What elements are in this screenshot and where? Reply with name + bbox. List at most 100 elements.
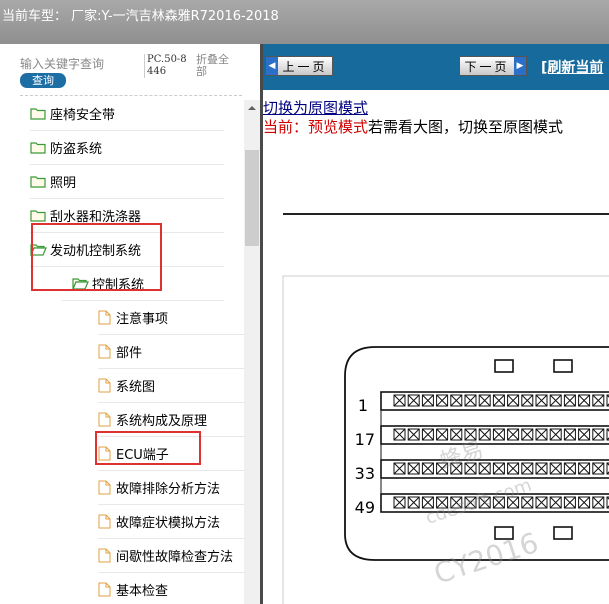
next-page-label: 下一页	[464, 59, 510, 74]
tree-item-label: 系统构成及原理	[116, 413, 208, 429]
arrow-up-icon	[248, 106, 256, 110]
pin-cell	[592, 496, 605, 509]
pin-cell	[393, 462, 406, 475]
tree-item-symptom-simulation[interactable]: 故障症状模拟方法	[98, 504, 244, 539]
tree-item-precautions[interactable]: 注意事项	[98, 300, 244, 335]
document-icon	[98, 412, 111, 426]
pin-cell	[549, 496, 562, 509]
prev-page-label: 上一页	[282, 59, 328, 74]
pin-cell	[592, 462, 605, 475]
pin-cell	[563, 496, 576, 509]
highlight-box-engine-control	[31, 223, 162, 291]
document-icon	[98, 378, 111, 392]
tree-item-label: 刮水器和洗涤器	[50, 209, 142, 225]
search-button[interactable]: 查询	[20, 73, 66, 88]
search-area: 查询 PC.50-8446 折叠全部	[0, 44, 262, 96]
connector-tab	[494, 359, 514, 373]
pin-cell	[578, 394, 591, 407]
pin-cell	[407, 496, 420, 509]
tree-item-antitheft[interactable]: 防盗系统	[30, 130, 224, 165]
tree-item-label: 故障症状模拟方法	[116, 515, 221, 531]
pin-cell	[563, 394, 576, 407]
pin-cell	[521, 394, 534, 407]
pin-cell	[563, 428, 576, 441]
tree-item-intermittent-check[interactable]: 间歇性故障检查方法	[98, 538, 244, 573]
folder-icon	[30, 175, 46, 188]
tree-item-system-diagram[interactable]: 系统图	[98, 368, 244, 403]
left-panel: 查询 PC.50-8446 折叠全部 座椅安全带 防盗系统 照明	[0, 44, 262, 604]
pin-cell	[450, 428, 463, 441]
switch-original-mode-link[interactable]: 切换为原图模式	[263, 97, 368, 118]
pin-cell	[492, 462, 505, 475]
pin-cell	[507, 394, 520, 407]
next-page-button[interactable]: 下一页 ▶	[459, 56, 527, 76]
tree-item-label: 座椅安全带	[50, 107, 116, 123]
pin-cell	[407, 462, 420, 475]
folder-icon	[30, 209, 46, 222]
pin-cell	[421, 394, 434, 407]
pin-cell	[407, 394, 420, 407]
pin-cell	[436, 428, 449, 441]
pin-cell	[535, 394, 548, 407]
tree-item-label: 基本检查	[116, 583, 169, 599]
document-viewer: ◀ 上一页 下一页 ▶ [刷新当前 切换为原图模式 当前：预览模式若需看大图，切…	[263, 44, 609, 604]
collapse-all-button[interactable]: 折叠全部	[196, 54, 236, 78]
viewer-nav-bar: ◀ 上一页 下一页 ▶ [刷新当前	[263, 44, 609, 90]
refresh-link[interactable]: [刷新当前	[541, 57, 603, 77]
pin-cell	[450, 394, 463, 407]
tree-item-troubleshooting[interactable]: 故障排除分析方法	[98, 470, 244, 505]
pin-cell	[578, 428, 591, 441]
pin-row-separator	[380, 409, 609, 427]
tree-item-label: 注意事项	[116, 311, 169, 327]
tree-item-basic-check[interactable]: 基本检查	[98, 572, 244, 604]
search-input[interactable]	[20, 56, 115, 72]
pin-cell	[478, 428, 491, 441]
pin-cell	[492, 394, 505, 407]
tree-item-lighting[interactable]: 照明	[30, 164, 224, 199]
pin-cell	[492, 428, 505, 441]
folder-icon	[30, 141, 46, 154]
pin-cell	[393, 428, 406, 441]
document-icon	[98, 582, 111, 596]
pin-cell	[535, 496, 548, 509]
pin-cell	[535, 428, 548, 441]
connector-tab	[553, 526, 573, 540]
pin-cell	[549, 462, 562, 475]
document-icon	[98, 310, 111, 324]
pin-cell	[521, 496, 534, 509]
pin-cell	[563, 462, 576, 475]
pin-cell	[393, 394, 406, 407]
pin-cell	[592, 394, 605, 407]
pin-row-label: 1	[358, 396, 368, 415]
pin-cell	[407, 428, 420, 441]
pin-row-label: 49	[355, 498, 375, 517]
scroll-up-arrow[interactable]	[244, 100, 260, 116]
tree-item-seatbelt[interactable]: 座椅安全带	[30, 96, 224, 131]
scrollbar-thumb[interactable]	[245, 150, 259, 246]
pin-cell	[507, 462, 520, 475]
pin-cell	[464, 394, 477, 407]
prev-page-button[interactable]: ◀ 上一页	[265, 56, 333, 76]
status-line: 当前：预览模式若需看大图，切换至原图模式	[263, 116, 563, 137]
highlight-box-ecu-terminals	[95, 431, 201, 465]
pin-cell	[578, 496, 591, 509]
tree-item-label: 照明	[50, 175, 77, 191]
status-label: 当前：预览模式	[263, 118, 369, 136]
status-hint: 若需看大图，切换至原图模式	[368, 118, 564, 136]
pin-cell	[549, 394, 562, 407]
tree-item-label: 部件	[116, 345, 143, 361]
pin-cell	[393, 496, 406, 509]
pin-row-label: 17	[355, 430, 375, 449]
pin-cell	[535, 462, 548, 475]
current-vehicle-title: 当前车型： 厂家:Y-一汽吉林森雅R72016-2018	[2, 9, 279, 24]
tree-item-label: 防盗系统	[50, 141, 103, 157]
pin-cell	[578, 462, 591, 475]
tree-item-label: 间歇性故障检查方法	[116, 549, 234, 565]
pin-cell	[478, 394, 491, 407]
document-icon	[98, 480, 111, 494]
pin-cell	[478, 462, 491, 475]
pin-row-separator	[380, 443, 609, 461]
tree-item-label: 故障排除分析方法	[116, 481, 221, 497]
tree-item-label: 系统图	[116, 379, 156, 395]
tree-item-components[interactable]: 部件	[98, 334, 244, 369]
